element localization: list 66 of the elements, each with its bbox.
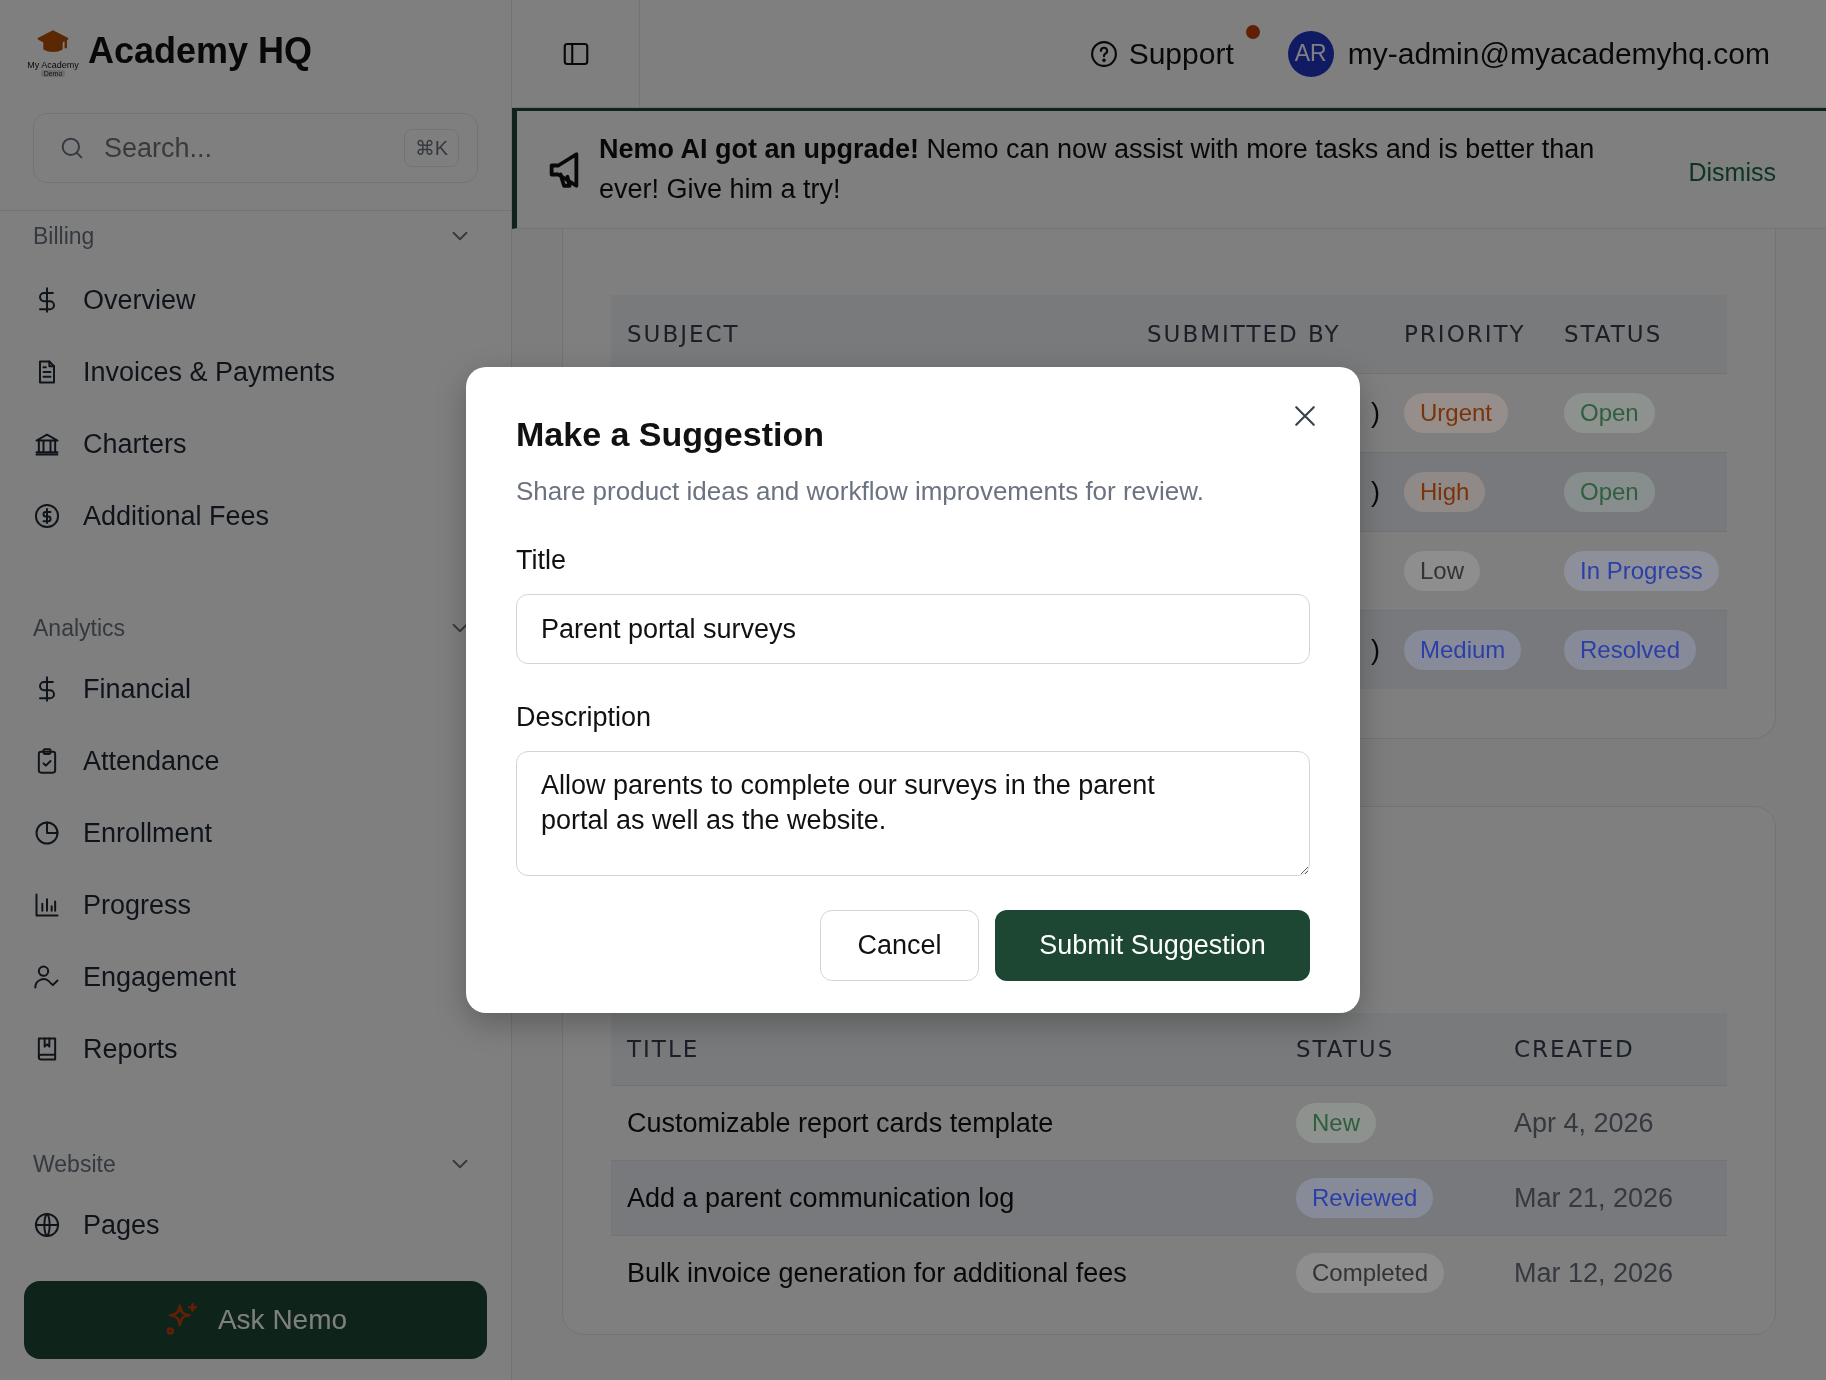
priority-badge: Medium [1404,630,1522,670]
column-header: PRIORITY [1403,321,1527,347]
dialog-title: Make a Suggestion [516,415,824,454]
search-bar[interactable]: Search... ⌘K [33,113,478,183]
globe-icon [33,1211,61,1239]
table-cell-text: Mar 21, 2026 [1514,1182,1675,1214]
nav-item[interactable]: Reports [33,1013,178,1085]
description-field[interactable]: Allow parents to complete our surveys in the parent portal as well as the website. [516,751,1310,876]
column-header: TITLE [626,1036,701,1062]
nav-item[interactable]: Overview [33,264,196,336]
avatar[interactable]: AR [1287,30,1334,77]
title-field[interactable]: Parent portal surveys [516,594,1310,664]
dollar-circle-icon [33,502,61,530]
support-link[interactable]: Support [1088,36,1234,71]
section-heading: Website [33,1150,116,1178]
table-cell: ) [1371,397,1380,429]
brand-name: Academy HQ [88,30,313,72]
table-cell: ) [1371,634,1380,666]
column-header: STATUS [1563,321,1664,347]
status-badge: Open [1564,393,1655,433]
priority-badge: High [1404,472,1486,512]
pie-chart-icon [33,819,61,847]
ask-nemo-button[interactable]: Ask Nemo [24,1281,487,1359]
nav-item[interactable]: Charters [33,408,187,480]
nav-item[interactable]: Financial [33,653,192,725]
nav-item[interactable]: Additional Fees [33,480,270,552]
dialog-subtitle: Share product ideas and workflow improvements for review. [516,476,1205,507]
status-badge: Resolved [1564,630,1697,670]
priority-badge: Low [1404,551,1481,591]
nav-item[interactable]: Attendance [33,725,220,797]
column-header: SUBJECT [626,321,741,347]
field-label: Title [516,545,566,576]
column-header: CREATED [1513,1036,1636,1062]
search-input[interactable]: Search... [102,131,326,165]
banner-message: Nemo AI got an upgrade! Nemo can now assist with more tasks and is better than ever! Give him a try! [599,133,1596,206]
nav-item[interactable]: Pages [33,1189,160,1261]
nav-item[interactable]: Invoices & Payments [33,336,336,408]
status-badge: New [1296,1103,1376,1143]
table-cell-text: Bulk invoice generation for additional fees [627,1257,1128,1289]
submit-button[interactable]: Submit Suggestion [995,910,1310,981]
table-cell-text: Add a parent communication log [627,1182,1016,1214]
table-cell-text: Mar 12, 2026 [1514,1257,1675,1289]
status-badge: Completed [1296,1253,1445,1293]
user-email: my-admin@myacademyhq.com [1347,36,1770,71]
table-cell-text: Customizable report cards template [627,1107,1055,1139]
dismiss-link[interactable]: Dismiss [1688,152,1776,187]
megaphone-icon [549,151,579,188]
nav-item[interactable]: Engagement [33,941,237,1013]
status-badge: In Progress [1564,551,1719,591]
help-circle-icon [1088,38,1119,69]
nav-item[interactable]: Progress [33,869,192,941]
column-header: SUBMITTED BY [1146,321,1342,347]
status-badge: Open [1564,472,1655,512]
field-label: Description [516,702,652,733]
section-heading: Billing [33,222,95,250]
bar-chart-icon [33,891,61,919]
section-heading: Analytics [33,614,126,642]
logo-text: My Academy [27,59,79,70]
table-cell: ) [1371,476,1380,508]
nav-item[interactable]: Enrollment [33,797,213,869]
cancel-button[interactable]: Cancel [820,910,979,981]
status-badge: Reviewed [1296,1178,1434,1218]
priority-badge: Urgent [1404,393,1509,433]
column-header: STATUS [1295,1036,1396,1062]
table-cell-text: Apr 4, 2026 [1514,1107,1655,1139]
shortcut-key: ⌘K [403,129,459,167]
